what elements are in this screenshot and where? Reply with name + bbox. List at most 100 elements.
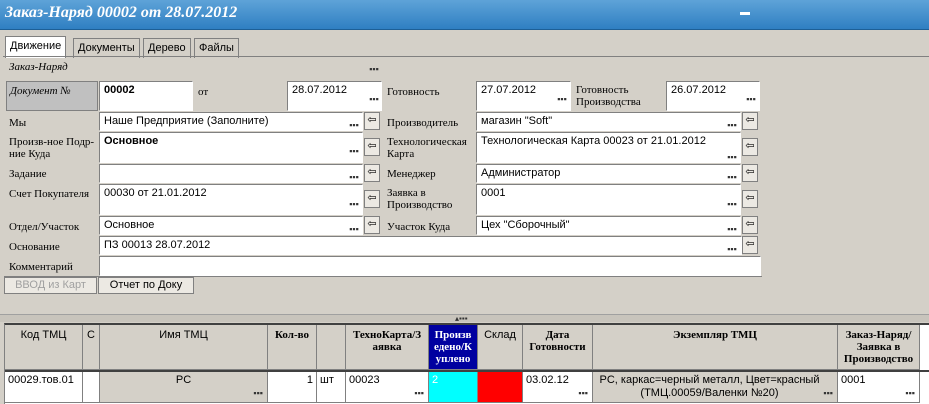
tab-files[interactable]: Файлы: [194, 38, 239, 58]
cell-name[interactable]: PC ▪▪▪: [100, 372, 268, 403]
cell-ready-date-text: 03.02.12: [526, 374, 569, 386]
maker-label: Производитель: [387, 117, 459, 129]
manager-label: Менеджер: [387, 168, 436, 180]
col-header-c[interactable]: С: [83, 325, 100, 370]
col-header-produced[interactable]: Произв едено/К уплено: [429, 325, 478, 370]
invoice-label: Счет Покупателя: [9, 188, 90, 200]
invoice-clear-arrow-icon[interactable]: ⇦: [364, 190, 380, 208]
task-select-icon[interactable]: ▪▪▪: [348, 173, 360, 182]
doc-number-label: Документ №: [10, 85, 71, 97]
dept-clear-arrow-icon[interactable]: ⇦: [364, 216, 380, 234]
prod-ready-date-picker-icon[interactable]: ▪▪▪: [745, 95, 757, 104]
col-header-techcard[interactable]: ТехноКарта/З аявка: [346, 325, 429, 370]
dept-select-icon[interactable]: ▪▪▪: [348, 225, 360, 234]
invoice-select-icon[interactable]: ▪▪▪: [348, 200, 360, 209]
cell-qty[interactable]: 1: [268, 372, 317, 403]
manager-field[interactable]: Администратор: [476, 164, 741, 183]
request-clear-arrow-icon[interactable]: ⇦: [742, 190, 758, 208]
tab-tree[interactable]: Дерево: [143, 38, 191, 58]
col-header-ready-date[interactable]: Дата Готовности: [523, 325, 593, 370]
manager-clear-arrow-icon[interactable]: ⇦: [742, 164, 758, 182]
panel-splitter[interactable]: ▴▪▪▪: [0, 314, 929, 323]
section-label: Заказ-Наряд: [9, 61, 68, 73]
area-field[interactable]: Цех "Сборочный": [476, 216, 741, 235]
input-from-card-button[interactable]: ВВОД из Карт: [4, 277, 97, 294]
cell-techcard-text: 00023: [349, 374, 380, 386]
ready-date-picker-icon[interactable]: ▪▪▪: [556, 95, 568, 104]
area-label: Участок Куда: [387, 221, 451, 233]
we-select-icon[interactable]: ▪▪▪: [348, 121, 360, 130]
col-header-order[interactable]: Заказ-Наряд/ Заявка в Производство: [838, 325, 920, 370]
cell-techcard-select-icon[interactable]: ▪▪▪: [414, 389, 424, 398]
cell-ready-date[interactable]: 03.02.12 ▪▪▪: [523, 372, 593, 403]
cell-order-select-icon[interactable]: ▪▪▪: [905, 389, 915, 398]
task-label: Задание: [9, 168, 47, 180]
cell-warehouse[interactable]: [478, 372, 523, 403]
cell-produced[interactable]: 2: [429, 372, 478, 403]
items-table: Код ТМЦ С Имя ТМЦ Кол-во ТехноКарта/З ая…: [4, 323, 929, 404]
dept-label: Отдел/Участок: [9, 221, 80, 233]
maker-select-icon[interactable]: ▪▪▪: [726, 121, 738, 130]
tab-divider: [3, 56, 929, 57]
col-header-warehouse[interactable]: Склад: [478, 325, 523, 370]
dept-field[interactable]: Основное: [99, 216, 363, 235]
cell-ready-date-picker-icon[interactable]: ▪▪▪: [578, 389, 588, 398]
cell-c[interactable]: [83, 372, 100, 403]
subdiv-label: Произв-ное Подр-ние Куда: [9, 136, 95, 160]
comment-label: Комментарий: [9, 261, 73, 273]
window-title: Заказ-Наряд 00002 от 28.07.2012: [5, 4, 238, 21]
col-header-unit[interactable]: [317, 325, 346, 370]
basis-clear-arrow-icon[interactable]: ⇦: [742, 236, 758, 254]
doc-number-field[interactable]: 00002: [99, 81, 193, 111]
cell-order-text: 0001: [841, 374, 866, 386]
section-more-icon[interactable]: ▪▪▪: [368, 65, 380, 74]
doc-date-picker-icon[interactable]: ▪▪▪: [368, 95, 380, 104]
basis-label: Основание: [9, 241, 60, 253]
cell-instance-text: PC, каркас=черный металл, Цвет=красный (…: [599, 374, 820, 399]
maker-field[interactable]: магазин "Soft": [476, 112, 741, 131]
techcard-select-icon[interactable]: ▪▪▪: [726, 153, 738, 162]
title-menu-icon[interactable]: ▬: [737, 8, 753, 19]
col-header-instance[interactable]: Экземпляр ТМЦ: [593, 325, 838, 370]
basis-field[interactable]: ПЗ 00013 28.07.2012: [99, 236, 742, 255]
cell-instance[interactable]: PC, каркас=черный металл, Цвет=красный (…: [593, 372, 838, 403]
manager-select-icon[interactable]: ▪▪▪: [726, 173, 738, 182]
request-label: Заявка в Производство: [387, 187, 453, 211]
invoice-field[interactable]: 00030 от 21.01.2012: [99, 184, 363, 215]
splitter-grip-icon: ▴▪▪▪: [455, 314, 468, 323]
col-header-name[interactable]: Имя ТМЦ: [100, 325, 268, 370]
col-header-qty[interactable]: Кол-во: [268, 325, 317, 370]
techcard-clear-arrow-icon[interactable]: ⇦: [742, 138, 758, 156]
comment-field[interactable]: [99, 256, 761, 276]
subdiv-field[interactable]: Основное: [99, 132, 363, 163]
subdiv-select-icon[interactable]: ▪▪▪: [348, 147, 360, 156]
subdiv-clear-arrow-icon[interactable]: ⇦: [364, 138, 380, 156]
cell-code[interactable]: 00029.тов.01: [5, 372, 83, 403]
tab-documents[interactable]: Документы: [73, 38, 140, 58]
cell-order[interactable]: 0001 ▪▪▪: [838, 372, 920, 403]
doc-date-label: от: [198, 86, 209, 98]
maker-clear-arrow-icon[interactable]: ⇦: [742, 112, 758, 130]
area-select-icon[interactable]: ▪▪▪: [726, 225, 738, 234]
tab-movement[interactable]: Движение: [5, 36, 67, 58]
area-clear-arrow-icon[interactable]: ⇦: [742, 216, 758, 234]
cell-instance-select-icon[interactable]: ▪▪▪: [823, 389, 833, 398]
ready-label: Готовность: [387, 86, 440, 98]
prod-ready-label: Готовность Производства: [576, 84, 641, 108]
task-clear-arrow-icon[interactable]: ⇦: [364, 164, 380, 182]
techcard-field[interactable]: Технологическая Карта 00023 от 21.01.201…: [476, 132, 741, 163]
cell-techcard[interactable]: 00023 ▪▪▪: [346, 372, 429, 403]
request-field[interactable]: 0001: [476, 184, 741, 215]
request-select-icon[interactable]: ▪▪▪: [726, 200, 738, 209]
we-label: Мы: [9, 117, 27, 129]
basis-select-icon[interactable]: ▪▪▪: [726, 245, 738, 254]
task-field[interactable]: [99, 164, 363, 183]
we-field[interactable]: Наше Предприятие (Заполните): [99, 112, 363, 131]
we-clear-arrow-icon[interactable]: ⇦: [364, 112, 380, 130]
cell-unit[interactable]: шт: [317, 372, 346, 403]
col-header-code[interactable]: Код ТМЦ: [5, 325, 83, 370]
window-title-bar: Заказ-Наряд 00002 от 28.07.2012 ▬: [0, 0, 929, 30]
techcard-label: Технологическая Карта: [387, 136, 467, 160]
report-by-doc-button[interactable]: Отчет по Доку: [98, 277, 194, 294]
cell-name-select-icon[interactable]: ▪▪▪: [253, 389, 263, 398]
